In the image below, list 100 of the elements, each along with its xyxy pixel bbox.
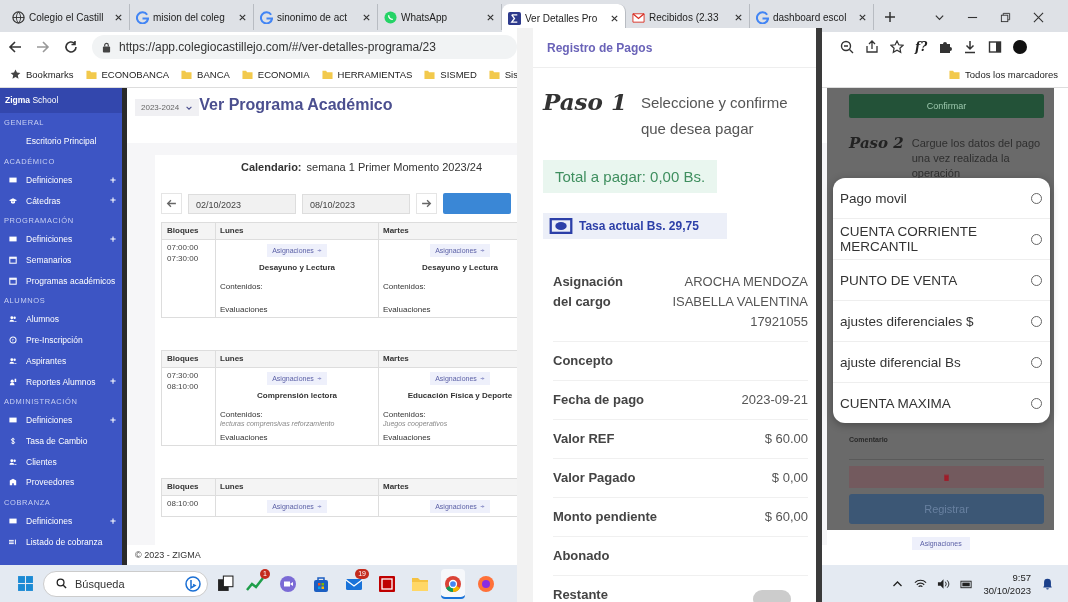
sidebar-item[interactable]: Semanarios [0, 249, 122, 271]
payment-option[interactable]: ajustes diferenciales $ [833, 301, 1050, 342]
browser-tab[interactable]: mision del coleg [130, 4, 254, 30]
search-field[interactable]: Búsqueda [43, 570, 208, 597]
sidebar-item[interactable]: Reportes Alumnos [0, 371, 122, 392]
new-tab-icon[interactable] [884, 11, 896, 23]
sidebar-item[interactable]: Tasa de Cambio [0, 430, 122, 452]
close-icon[interactable] [734, 12, 743, 22]
graduation-cap-icon [9, 196, 17, 205]
confirm-button[interactable]: Confirmar [849, 94, 1044, 118]
sidebar-item[interactable]: Listado de cobranza [0, 531, 122, 552]
right-arrow-icon [316, 504, 322, 509]
sidebar-item[interactable]: Definiciones [0, 409, 122, 431]
wifi-icon[interactable] [914, 577, 928, 590]
task-view-icon[interactable] [217, 575, 234, 592]
clock[interactable]: 9:57 30/10/2023 [983, 570, 1031, 597]
plus-icon[interactable] [110, 378, 116, 385]
bookmark-item[interactable]: Todos los marcadores [949, 69, 1058, 80]
restore-icon[interactable] [1000, 12, 1011, 23]
reload-icon[interactable] [64, 40, 78, 54]
sidebar-item[interactable]: Aspirantes [0, 350, 122, 372]
banknote-icon [549, 218, 573, 234]
next-week-button[interactable] [416, 193, 437, 214]
avatar-icon[interactable] [1013, 40, 1028, 54]
plus-icon[interactable] [110, 197, 116, 204]
sidebar-item[interactable]: Definiciones [0, 169, 122, 191]
bing-icon[interactable] [185, 575, 201, 592]
bookmark-item[interactable]: ECONOBANCA [85, 69, 170, 80]
close-icon[interactable] [238, 12, 247, 22]
store-bag-icon [312, 574, 330, 593]
close-icon[interactable] [1033, 12, 1044, 23]
forward-arrow-icon[interactable] [36, 40, 50, 54]
payment-option[interactable]: PUNTO DE VENTA [833, 260, 1050, 301]
windows-start-icon[interactable] [17, 575, 34, 592]
sidebar-item[interactable]: Escritorio Principal [0, 131, 122, 152]
time-text: 07:00:00 [167, 243, 200, 252]
previous-week-button[interactable] [161, 193, 182, 214]
folder-icon [488, 69, 500, 80]
sidebar-item[interactable]: Pre-Inscripción [0, 329, 122, 351]
exchange-rate-badge: Tasa actual Bs. 29,75 [543, 213, 727, 239]
back-arrow-icon[interactable] [8, 40, 22, 54]
right-arrow-icon [479, 504, 485, 509]
close-icon[interactable] [114, 12, 123, 22]
column-header: Bloques [162, 351, 216, 367]
bookmark-item[interactable]: Sis [488, 69, 518, 80]
detail-value: $ 60,00 [764, 508, 808, 526]
browser-tab[interactable]: Colegio el Castill [6, 4, 130, 30]
payment-option[interactable]: CUENTA MAXIMA [833, 383, 1050, 423]
bookmark-item[interactable]: HERRAMIENTAS [321, 69, 413, 80]
sidebar-item[interactable]: Definiciones [0, 229, 122, 250]
bookmark-item[interactable]: SISMED [424, 69, 477, 80]
folder-icon [949, 69, 961, 80]
plus-icon[interactable] [110, 416, 116, 423]
chat-bubble-icon [384, 10, 397, 24]
sidebar-item[interactable]: Programas académicos [0, 270, 122, 292]
sidebar-item[interactable]: Definiciones [0, 510, 122, 532]
sidebar-item[interactable]: Cátedras [0, 190, 122, 212]
chevron-down-icon[interactable] [934, 12, 945, 23]
payment-option[interactable]: CUENTA CORRIENTE MERCANTIL [833, 219, 1050, 260]
side-panel-icon[interactable] [988, 40, 1003, 54]
folder-icon [321, 69, 333, 80]
evaluations-label: Evaluaciones [220, 305, 268, 314]
plus-icon[interactable] [110, 176, 116, 183]
close-icon[interactable] [486, 12, 495, 22]
folder-icon [241, 69, 253, 80]
share-icon[interactable] [865, 40, 879, 54]
sidebar-item[interactable]: Alumnos [0, 309, 122, 330]
bell-icon[interactable] [1041, 577, 1054, 590]
payment-option[interactable]: ajuste diferencial Bs [833, 342, 1050, 383]
left-arrow-icon [166, 198, 177, 209]
detail-label: Abonado [553, 547, 610, 565]
evaluations-label: Evaluaciones [383, 305, 431, 314]
payment-option[interactable]: Pago movil [833, 178, 1050, 219]
sidebar-item[interactable]: Clientes [0, 451, 122, 472]
panel-title: Registro de Pagos [533, 28, 816, 68]
plus-icon[interactable] [110, 236, 116, 243]
close-icon[interactable] [362, 12, 371, 22]
card-icon [9, 516, 17, 525]
browser-tab[interactable]: sinonimo de act [254, 4, 378, 30]
close-icon[interactable] [610, 13, 619, 23]
scrollbar[interactable] [122, 88, 127, 565]
year-dropdown[interactable]: 2023-2024 [135, 99, 200, 116]
total-badge: Total a pagar: 0,00 Bs. [543, 160, 718, 193]
plus-icon[interactable] [110, 517, 116, 524]
close-icon[interactable] [858, 12, 867, 22]
sidebar-item[interactable]: Proveedores [0, 471, 122, 493]
date-field[interactable]: 02/10/2023 [188, 193, 296, 214]
address-bar[interactable]: https://app.colegiocastillejo.com/#/ver-detalles-programa/23 [92, 35, 517, 59]
download-icon[interactable] [963, 40, 978, 54]
zoom-out-icon[interactable] [840, 40, 854, 54]
puzzle-icon[interactable] [938, 40, 953, 54]
taskbar-app[interactable] [441, 568, 465, 599]
date-field[interactable]: 08/10/2023 [302, 193, 410, 214]
extension-button[interactable]: f? [915, 40, 928, 54]
bookmark-item[interactable]: Bookmarks [10, 69, 74, 80]
speaker-icon[interactable] [937, 577, 951, 590]
card-icon [9, 235, 17, 244]
bookmark-item[interactable]: BANCA [181, 69, 230, 80]
star-icon[interactable] [890, 40, 904, 54]
bookmark-item[interactable]: ECONOMIA [241, 69, 310, 80]
